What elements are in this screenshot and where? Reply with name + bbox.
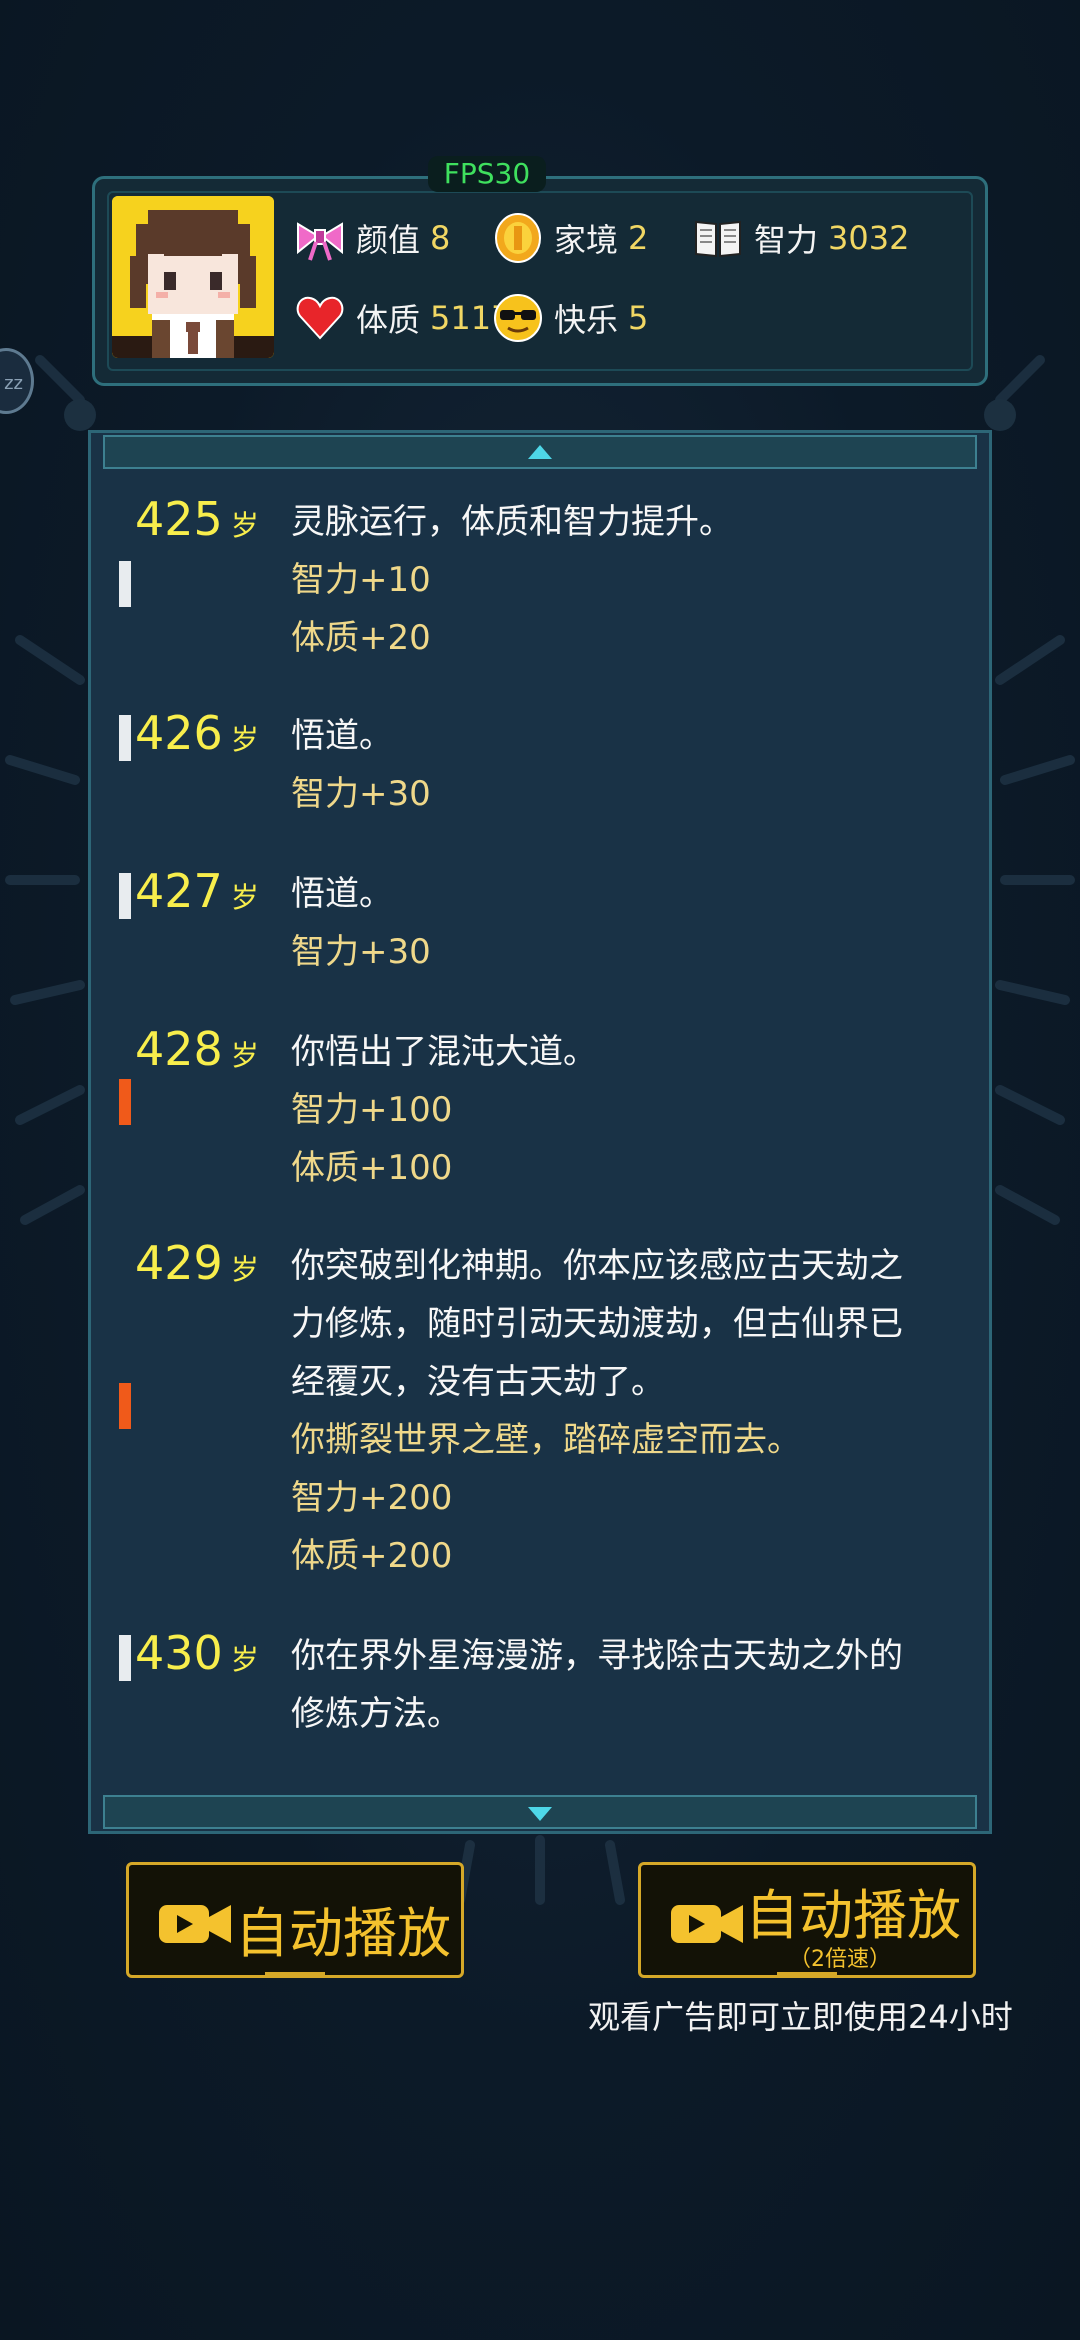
- effect-text: 体质+200: [291, 1536, 453, 1576]
- entry-text: 你悟出了混沌大道。 智力+100 体质+100: [291, 1023, 949, 1197]
- effect-text: 智力+100: [291, 1090, 453, 1130]
- stat-label: 智力: [754, 221, 819, 259]
- effect-text: 你撕裂世界之壁，踏碎虚空而去。: [291, 1420, 801, 1460]
- effect-text: 体质+100: [291, 1148, 453, 1188]
- sunglasses-emoji-icon: [494, 294, 542, 342]
- marker-orange: [119, 1383, 131, 1429]
- event-text: 经覆灭，没有古天劫了。: [291, 1362, 665, 1402]
- stat-happiness: 快乐 5: [492, 288, 648, 348]
- effect-text: 体质+20: [291, 618, 431, 658]
- video-camera-icon: [159, 1905, 231, 1943]
- event-text: 你悟出了混沌大道。: [291, 1032, 597, 1072]
- bow-icon: [297, 222, 343, 261]
- avatar: [112, 196, 274, 358]
- entry-text: 悟道。智力+30: [291, 707, 949, 823]
- effect-text: 智力+30: [291, 774, 431, 814]
- effect-text: 智力+200: [291, 1478, 453, 1518]
- event-text: 悟道。: [291, 874, 393, 914]
- auto-play-label: 自动播放: [235, 1902, 451, 1965]
- age-label: 425 岁: [135, 491, 259, 554]
- stat-label: 快乐: [554, 301, 619, 339]
- button-tab: [777, 1972, 837, 1978]
- stat-value: 2: [628, 219, 649, 257]
- stat-label: 家境: [554, 221, 619, 259]
- age-label: 429 岁: [135, 1235, 259, 1298]
- event-text: 你突破到化神期。你本应该感应古天劫之: [291, 1246, 903, 1286]
- marker-white: [119, 873, 131, 919]
- age-label: 430 岁: [135, 1625, 259, 1688]
- age-suffix: 岁: [230, 1039, 259, 1072]
- auto-play-button[interactable]: 自动播放: [126, 1862, 464, 1978]
- age-number: 429: [135, 1236, 223, 1290]
- age-suffix: 岁: [230, 723, 259, 756]
- scroll-up-button[interactable]: [103, 435, 977, 469]
- age-number: 428: [135, 1022, 223, 1076]
- stat-value: 8: [430, 219, 451, 257]
- age-label: 426 岁: [135, 705, 259, 768]
- marker-white: [119, 715, 131, 761]
- button-tab: [265, 1972, 325, 1978]
- auto-play-2x-button[interactable]: 自动播放 （2倍速）: [638, 1862, 976, 1978]
- triangle-up-icon: [528, 445, 552, 459]
- stat-label: 颜值: [356, 221, 421, 259]
- entry-text: 悟道。智力+30: [291, 865, 949, 981]
- stat-value: 3032: [828, 219, 910, 257]
- stat-constitution: 体质 5117: [294, 288, 511, 348]
- stat-appearance: 颜值 8: [294, 208, 450, 268]
- scroll-down-button[interactable]: [103, 1795, 977, 1829]
- age-label: 428 岁: [135, 1021, 259, 1084]
- age-suffix: 岁: [230, 509, 259, 542]
- event-text: 悟道。: [291, 716, 393, 756]
- speed-note: （2倍速）: [789, 1947, 891, 1972]
- video-camera-icon: [671, 1905, 743, 1943]
- effect-text: 智力+10: [291, 560, 431, 600]
- book-icon: [695, 220, 741, 258]
- life-log-panel[interactable]: 425 岁灵脉运行，体质和智力提升。 智力+10 体质+20 426 岁悟道。 智力+30 4…: [88, 430, 992, 1834]
- age-label: 427 岁: [135, 863, 259, 926]
- event-text: 你在界外星海漫游，寻找除古天劫之外的: [291, 1636, 903, 1676]
- entry-text: 灵脉运行，体质和智力提升。 智力+10 体质+20: [291, 493, 949, 667]
- marker-white: [119, 1635, 131, 1681]
- marker-orange: [119, 1079, 131, 1125]
- age-number: 425: [135, 492, 223, 546]
- stat-intelligence: 智力 3032: [692, 208, 909, 268]
- age-suffix: 岁: [230, 881, 259, 914]
- age-number: 426: [135, 706, 223, 760]
- fps-counter: FPS30: [428, 156, 546, 192]
- heart-icon: [296, 296, 344, 340]
- auto-play-2x-label: 自动播放: [745, 1884, 961, 1947]
- marker-white: [119, 561, 131, 607]
- age-number: 427: [135, 864, 223, 918]
- age-number: 430: [135, 1626, 223, 1680]
- triangle-down-icon: [528, 1807, 552, 1821]
- entry-text: 你突破到化神期。你本应该感应古天劫之 力修炼，随时引动天劫渡劫，但古仙界已 经覆灭，…: [291, 1237, 949, 1585]
- stat-value: 5: [628, 299, 649, 337]
- event-text: 灵脉运行，体质和智力提升。: [291, 502, 733, 542]
- effect-text: 智力+30: [291, 932, 431, 972]
- age-suffix: 岁: [230, 1253, 259, 1286]
- ad-notice: 观看广告即可立即使用24小时: [588, 1998, 1013, 2036]
- stat-family: 家境 2: [492, 208, 648, 268]
- event-text: 力修炼，随时引动天劫渡劫，但古仙界已: [291, 1304, 903, 1344]
- entry-text: 你在界外星海漫游，寻找除古天劫之外的 修炼方法。: [291, 1627, 949, 1743]
- age-suffix: 岁: [230, 1643, 259, 1676]
- stat-label: 体质: [356, 301, 421, 339]
- event-text: 修炼方法。: [291, 1694, 461, 1734]
- coin-icon: [495, 213, 541, 263]
